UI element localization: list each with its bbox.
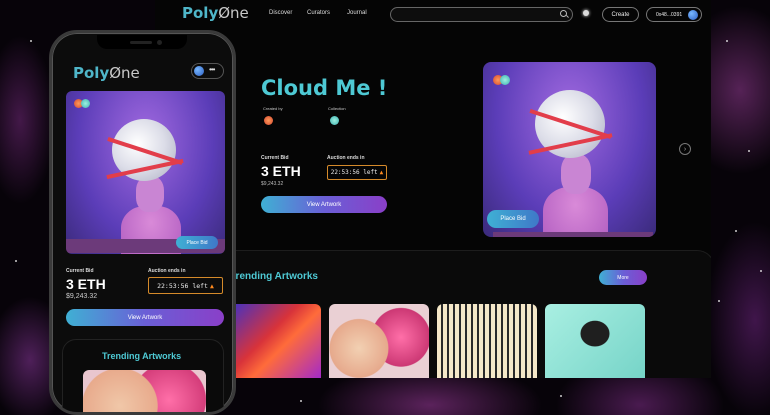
timer-text: 22:53:56 left: [330, 169, 378, 176]
star: [15, 260, 17, 262]
artwork-collection-avatar: [81, 99, 90, 108]
timer-text: 22:53:56 left: [157, 281, 208, 290]
created-by-label: Created by: [263, 106, 283, 111]
logo-suffix: ne: [121, 64, 140, 82]
nav-discover[interactable]: Discover: [269, 10, 292, 16]
logo-o: Ø: [218, 4, 231, 22]
star: [30, 40, 32, 42]
wallet-button[interactable]: 0x48...0391: [646, 7, 702, 22]
current-bid-usd: $9,243.32: [66, 293, 98, 300]
trending-artwork-tile[interactable]: [83, 370, 206, 412]
mobile-phone-frame: PolyØne ••• Place Bid Current Bid 3 ETH …: [49, 30, 236, 415]
current-bid-label: Current Bid: [261, 155, 289, 161]
hero-artwork-image[interactable]: Place Bid: [483, 62, 656, 237]
wallet-avatar: [688, 10, 698, 20]
create-button[interactable]: Create: [602, 7, 639, 22]
artwork-title: Cloud Me !: [261, 76, 388, 100]
star: [760, 270, 762, 272]
star: [718, 300, 720, 302]
more-button[interactable]: More: [599, 270, 647, 285]
star: [726, 40, 728, 42]
auction-ends-label: Auction ends in: [327, 155, 365, 161]
theme-toggle-icon[interactable]: [583, 10, 589, 16]
auction-timer: 22:53:56 left ▲: [327, 165, 387, 180]
next-arrow-icon[interactable]: ›: [679, 143, 691, 155]
trending-artwork-tile[interactable]: [545, 304, 645, 378]
desktop-window: PolyØne Discover Curators Journal Create…: [155, 0, 711, 378]
trending-title: Trending Artworks: [230, 271, 318, 282]
fire-icon: ▲: [379, 169, 384, 176]
trending-artwork-tile[interactable]: [437, 304, 537, 378]
view-artwork-button[interactable]: View Artwork: [261, 196, 387, 213]
top-navbar: PolyØne Discover Curators Journal Create…: [155, 0, 711, 30]
star: [560, 395, 562, 397]
wallet-address: 0x48...0391: [656, 11, 683, 18]
wallet-avatar: [194, 66, 204, 76]
fire-icon: ▲: [209, 281, 214, 290]
current-bid-label: Current Bid: [66, 268, 94, 274]
phone-notch: [97, 35, 187, 49]
logo-brand: Poly: [182, 4, 219, 22]
place-bid-button[interactable]: Place Bid: [487, 210, 539, 228]
logo-o: Ø: [109, 64, 122, 82]
mobile-menu-button[interactable]: •••: [191, 63, 224, 79]
star: [748, 150, 750, 152]
creator-avatar[interactable]: [264, 116, 273, 125]
trending-artwork-tile[interactable]: [221, 304, 321, 378]
nav-curators[interactable]: Curators: [307, 10, 330, 16]
place-bid-button[interactable]: Place Bid: [176, 236, 218, 249]
trending-artwork-tile[interactable]: [329, 304, 429, 378]
collection-avatar[interactable]: [330, 116, 339, 125]
star: [735, 230, 737, 232]
nav-journal[interactable]: Journal: [347, 10, 367, 16]
artwork-collection-avatar: [500, 75, 510, 85]
search-icon[interactable]: [560, 10, 567, 17]
view-artwork-button[interactable]: View Artwork: [66, 309, 224, 326]
current-bid-value: 3 ETH: [261, 163, 301, 179]
search-input[interactable]: [390, 7, 573, 22]
current-bid-value: 3 ETH: [66, 276, 106, 292]
polyone-logo[interactable]: PolyØne: [73, 64, 140, 82]
star: [300, 400, 302, 402]
polyone-logo[interactable]: PolyØne: [182, 4, 249, 22]
current-bid-usd: $9,243.32: [261, 181, 284, 187]
trending-title: Trending Artworks: [102, 351, 182, 361]
auction-timer: 22:53:56 left ▲: [148, 277, 223, 294]
mobile-artwork-image[interactable]: Place Bid: [66, 91, 225, 254]
auction-ends-label: Auction ends in: [148, 268, 186, 274]
logo-brand: Poly: [73, 64, 110, 82]
more-icon: •••: [209, 65, 215, 74]
logo-suffix: ne: [230, 4, 249, 22]
collection-label: Collection: [328, 106, 346, 111]
